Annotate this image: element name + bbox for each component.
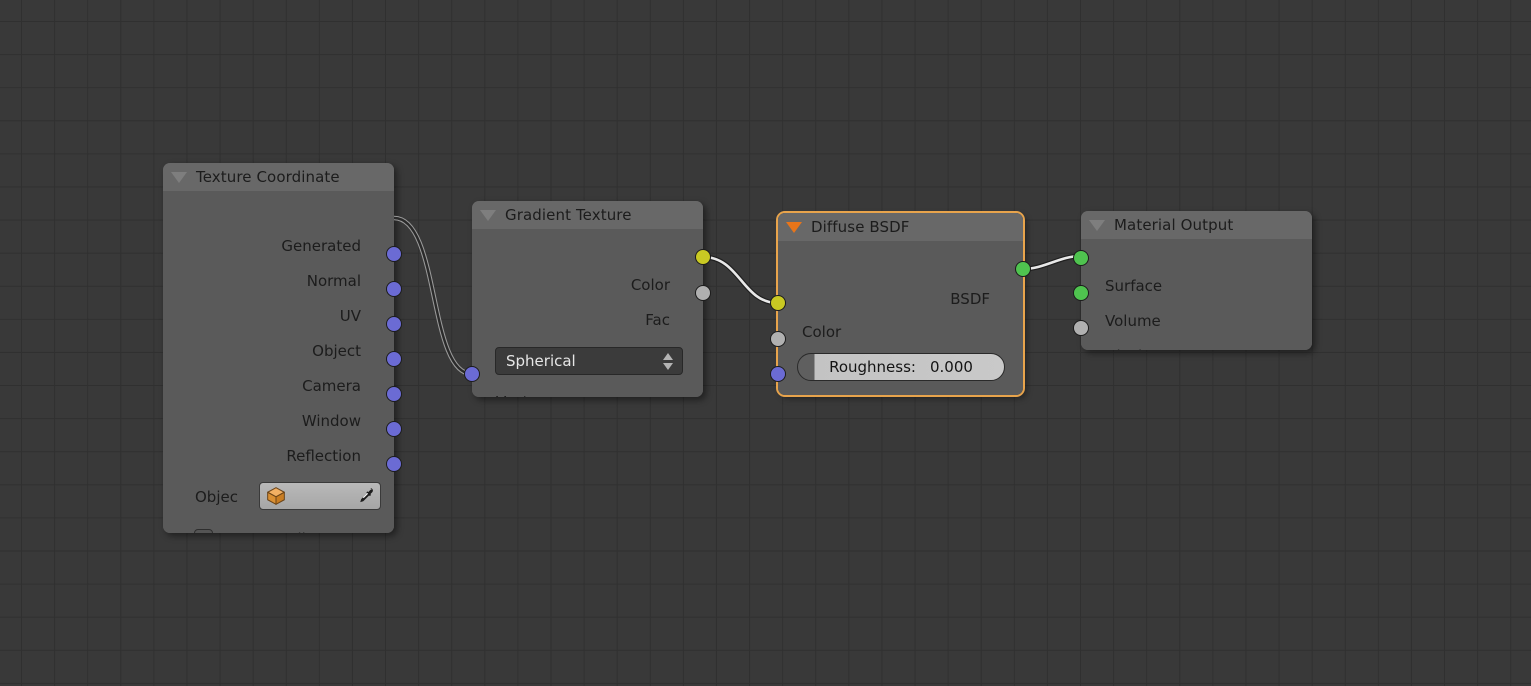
gradient-type-dropdown[interactable]: Spherical (495, 347, 683, 375)
input-row-vector: Vector (496, 392, 646, 397)
output-label-camera: Camera (302, 377, 361, 395)
link-color-to-color (702, 254, 779, 306)
from-dupli-checkbox[interactable] (194, 529, 213, 533)
output-label-fac: Fac (645, 311, 670, 329)
output-row-camera: Camera (163, 376, 361, 396)
socket-output-camera[interactable] (386, 386, 402, 402)
output-label-color: Color (630, 276, 670, 294)
input-label-surface: Surface (1105, 277, 1163, 295)
socket-input-roughness[interactable] (770, 331, 786, 347)
socket-output-color[interactable] (695, 249, 711, 265)
output-row-window: Window (163, 411, 361, 431)
output-row-color: Color (472, 275, 670, 295)
input-label-displacement: Displacement (1105, 347, 1208, 350)
socket-input-displacement[interactable] (1073, 320, 1089, 336)
collapse-triangle-icon[interactable] (171, 171, 187, 183)
node-gradient-texture-header[interactable]: Gradient Texture (472, 201, 703, 229)
node-diffuse-bsdf-body: Diffuse BSDF BSDF Color Roughness: 0.000… (778, 213, 1023, 395)
node-editor-canvas[interactable]: Texture Coordinate Generated Normal UV O… (0, 0, 1531, 686)
output-row-uv: UV (163, 306, 361, 326)
link-color-to-color-core (702, 255, 779, 305)
output-label-generated: Generated (281, 237, 361, 255)
output-label-window: Window (301, 412, 361, 430)
node-title: Material Output (1114, 216, 1234, 234)
node-gradient-texture-body: Gradient Texture Color Fac Spherical (472, 201, 703, 397)
roughness-slider[interactable]: Roughness: 0.000 (797, 353, 1005, 381)
gradient-type-value: Spherical (506, 352, 576, 370)
input-row-surface: Surface (1105, 276, 1285, 296)
cube-icon (267, 487, 285, 505)
input-row-displacement: Displacement (1105, 346, 1285, 350)
output-row-reflection: Reflection (163, 446, 361, 466)
from-dupli-label: From Dupli (225, 530, 306, 533)
node-diffuse-bsdf[interactable]: Diffuse BSDF BSDF Color Roughness: 0.000… (770, 211, 1031, 397)
input-label-color: Color (802, 323, 842, 341)
link-generated-to-vector (393, 215, 473, 377)
output-row-bsdf: BSDF (778, 289, 990, 309)
node-texture-coordinate-header[interactable]: Texture Coordinate (163, 163, 394, 191)
input-label-normal: Normal (802, 393, 856, 395)
output-label-uv: UV (339, 307, 361, 325)
output-row-generated: Generated (163, 236, 361, 256)
socket-input-vector[interactable] (464, 366, 480, 382)
output-label-bsdf: BSDF (950, 290, 990, 308)
object-field-label: Objec (195, 488, 238, 506)
input-row-color: Color (802, 322, 952, 342)
link-generated-to-vector-core (393, 216, 473, 376)
roughness-value: 0.000 (929, 358, 973, 376)
socket-input-color[interactable] (770, 295, 786, 311)
input-label-vector: Vector (496, 393, 544, 397)
output-row-fac: Fac (472, 310, 670, 330)
spin-down-arrow[interactable] (663, 362, 673, 370)
collapse-triangle-icon[interactable] (1089, 219, 1105, 231)
node-material-output-body: Material Output Surface Volume Displacem… (1081, 211, 1312, 350)
output-label-normal: Normal (306, 272, 361, 290)
spin-up-arrow[interactable] (663, 352, 673, 360)
input-row-volume: Volume (1105, 311, 1285, 331)
socket-output-reflection[interactable] (386, 456, 402, 472)
eyedropper-icon[interactable] (355, 486, 375, 506)
output-label-reflection: Reflection (286, 447, 361, 465)
node-texture-coordinate[interactable]: Texture Coordinate Generated Normal UV O… (163, 163, 402, 533)
socket-output-object[interactable] (386, 351, 402, 367)
socket-output-bsdf[interactable] (1015, 261, 1031, 277)
node-diffuse-bsdf-header[interactable]: Diffuse BSDF (778, 213, 1023, 241)
socket-output-generated[interactable] (386, 246, 402, 262)
socket-output-window[interactable] (386, 421, 402, 437)
socket-input-surface[interactable] (1073, 250, 1089, 266)
collapse-triangle-icon[interactable] (480, 209, 496, 221)
node-gradient-texture[interactable]: Gradient Texture Color Fac Spherical (464, 201, 711, 397)
roughness-label: Roughness: (829, 358, 916, 376)
input-label-volume: Volume (1105, 312, 1161, 330)
output-row-object: Object (163, 341, 361, 361)
node-title: Gradient Texture (505, 206, 632, 224)
collapse-triangle-icon[interactable] (786, 221, 802, 233)
updown-arrows-icon[interactable] (663, 352, 673, 370)
node-material-output[interactable]: Material Output Surface Volume Displacem… (1073, 211, 1312, 350)
node-texture-coordinate-body: Texture Coordinate Generated Normal UV O… (163, 163, 394, 533)
input-row-normal: Normal (802, 392, 952, 395)
socket-output-fac[interactable] (695, 285, 711, 301)
node-title: Diffuse BSDF (811, 218, 910, 236)
socket-input-normal[interactable] (770, 366, 786, 382)
socket-input-volume[interactable] (1073, 285, 1089, 301)
node-title: Texture Coordinate (196, 168, 340, 186)
socket-output-normal[interactable] (386, 281, 402, 297)
object-selector-field[interactable] (259, 482, 381, 510)
node-material-output-header[interactable]: Material Output (1081, 211, 1312, 239)
output-label-object: Object (312, 342, 361, 360)
output-row-normal: Normal (163, 271, 361, 291)
socket-output-uv[interactable] (386, 316, 402, 332)
